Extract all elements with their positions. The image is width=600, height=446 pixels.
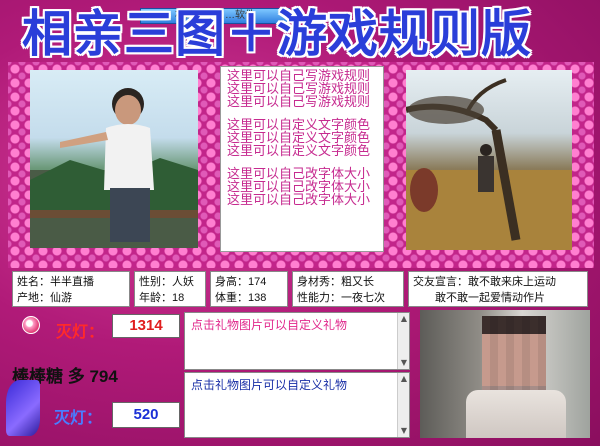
profile-ability: 性能力：一夜七次 <box>297 292 385 304</box>
chat-message-bottom: 点击礼物图片可以自定义礼物 <box>191 378 348 392</box>
webcam-body <box>466 390 566 438</box>
profile-motto: 交友宣言：敢不敢来床上运动 敢不敢一起爱情动作片 <box>408 271 588 307</box>
profile-age: 年龄：18 <box>139 292 185 304</box>
gift-count-top: 1314 <box>112 314 180 338</box>
webcam-face-pixelated <box>482 316 546 396</box>
profile-figure: 身材秀：粗又长 <box>297 276 374 288</box>
photo-left[interactable] <box>30 70 198 248</box>
profile-height-weight: 身高：174 体重：138 <box>210 271 288 307</box>
profile-motto-line2: 敢不敢一起爱情动作片 <box>435 292 545 304</box>
scroll-down-icon[interactable]: ▼ <box>399 426 409 436</box>
profile-weight: 体重：138 <box>215 292 267 304</box>
rule-line: 这里可以自己改字体大小 <box>227 192 371 207</box>
game-rules-panel[interactable]: 这里可以自己写游戏规则 这里可以自己写游戏规则 这里可以自己写游戏规则 这里可以… <box>220 66 384 252</box>
chat-top-scrollbar[interactable]: ▲ ▼ <box>397 313 409 369</box>
profile-origin: 产地：仙游 <box>17 292 72 304</box>
scroll-down-icon[interactable]: ▼ <box>399 358 409 368</box>
lollipop-icon[interactable] <box>22 316 40 334</box>
chat-box-top[interactable]: 点击礼物图片可以自定义礼物 ▲ ▼ <box>184 312 410 370</box>
gift-label-top: 灭灯： <box>56 324 105 341</box>
photo-right-illustration <box>406 78 572 250</box>
gift-count-bottom: 520 <box>112 402 180 428</box>
chat-box-bottom[interactable]: 点击礼物图片可以自定义礼物 ▲ ▼ <box>184 372 410 438</box>
profile-gender-age: 性别：人妖 年龄：18 <box>134 271 206 307</box>
rule-line: 这里可以自定义文字颜色 <box>227 143 371 158</box>
banner-title: 相亲三图＋游戏规则版 <box>22 6 532 62</box>
chat-bottom-scrollbar[interactable]: ▲ ▼ <box>397 373 409 437</box>
profile-height: 身高：174 <box>215 276 267 288</box>
crystal-shoe-icon[interactable] <box>6 380 40 436</box>
rules-group-1: 这里可以自己写游戏规则 这里可以自己写游戏规则 这里可以自己写游戏规则 <box>221 69 383 108</box>
profile-figure-ability: 身材秀：粗又长 性能力：一夜七次 <box>292 271 404 307</box>
rules-group-2: 这里可以自定义文字颜色 这里可以自定义文字颜色 这里可以自定义文字颜色 <box>221 118 383 157</box>
rules-group-3: 这里可以自己改字体大小 这里可以自己改字体大小 这里可以自己改字体大小 <box>221 167 383 206</box>
profile-motto-line1: 交友宣言：敢不敢来床上运动 <box>413 276 556 288</box>
gift-label-bottom: 灭灯： <box>54 410 103 427</box>
profile-name-origin: 姓名：半半直播 产地：仙游 <box>12 271 130 307</box>
photo-right[interactable] <box>406 70 572 250</box>
chat-message-top: 点击礼物图片可以自定义礼物 <box>191 318 348 332</box>
profile-name: 姓名：半半直播 <box>17 276 94 288</box>
profile-gender: 性别：人妖 <box>139 276 194 288</box>
scroll-up-icon[interactable]: ▲ <box>399 374 409 384</box>
rule-line: 这里可以自己写游戏规则 <box>227 94 371 109</box>
webcam-view <box>420 310 590 438</box>
photo-left-illustration <box>30 88 198 248</box>
scroll-up-icon[interactable]: ▲ <box>399 314 409 324</box>
